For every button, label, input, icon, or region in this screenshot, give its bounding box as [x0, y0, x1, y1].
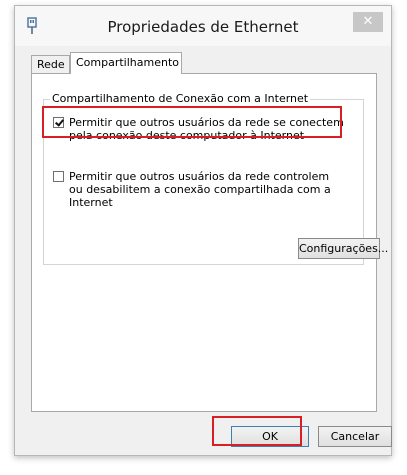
internet-sharing-group: Compartilhamento de Conexão com a Intern…: [43, 92, 388, 265]
allow-connect-label[interactable]: Permitir que outros usuários da rede se …: [69, 116, 344, 142]
close-button[interactable]: ✕: [353, 12, 383, 32]
allow-control-option[interactable]: Permitir que outros usuários da rede con…: [53, 170, 343, 209]
properties-dialog: Propriedades de Ethernet ✕ Rede Comparti…: [14, 5, 392, 456]
allow-connect-option[interactable]: Permitir que outros usuários da rede se …: [53, 116, 344, 144]
close-icon: ✕: [362, 14, 374, 29]
ok-button[interactable]: OK: [231, 426, 309, 447]
window-title: Propriedades de Ethernet: [107, 18, 299, 36]
tab-rede[interactable]: Rede: [31, 55, 70, 73]
group-title: Compartilhamento de Conexão com a Intern…: [50, 92, 311, 105]
settings-button[interactable]: Configurações...: [298, 238, 388, 259]
title-bar[interactable]: Propriedades de Ethernet ✕: [15, 6, 391, 46]
allow-control-checkbox[interactable]: [53, 171, 64, 182]
tab-compartilhamento[interactable]: Compartilhamento: [70, 52, 182, 74]
tab-panel: Compartilhamento de Conexão com a Intern…: [31, 73, 388, 412]
cancel-button[interactable]: Cancelar: [318, 426, 392, 447]
allow-connect-checkbox[interactable]: [53, 117, 64, 128]
allow-control-label[interactable]: Permitir que outros usuários da rede con…: [69, 170, 344, 209]
